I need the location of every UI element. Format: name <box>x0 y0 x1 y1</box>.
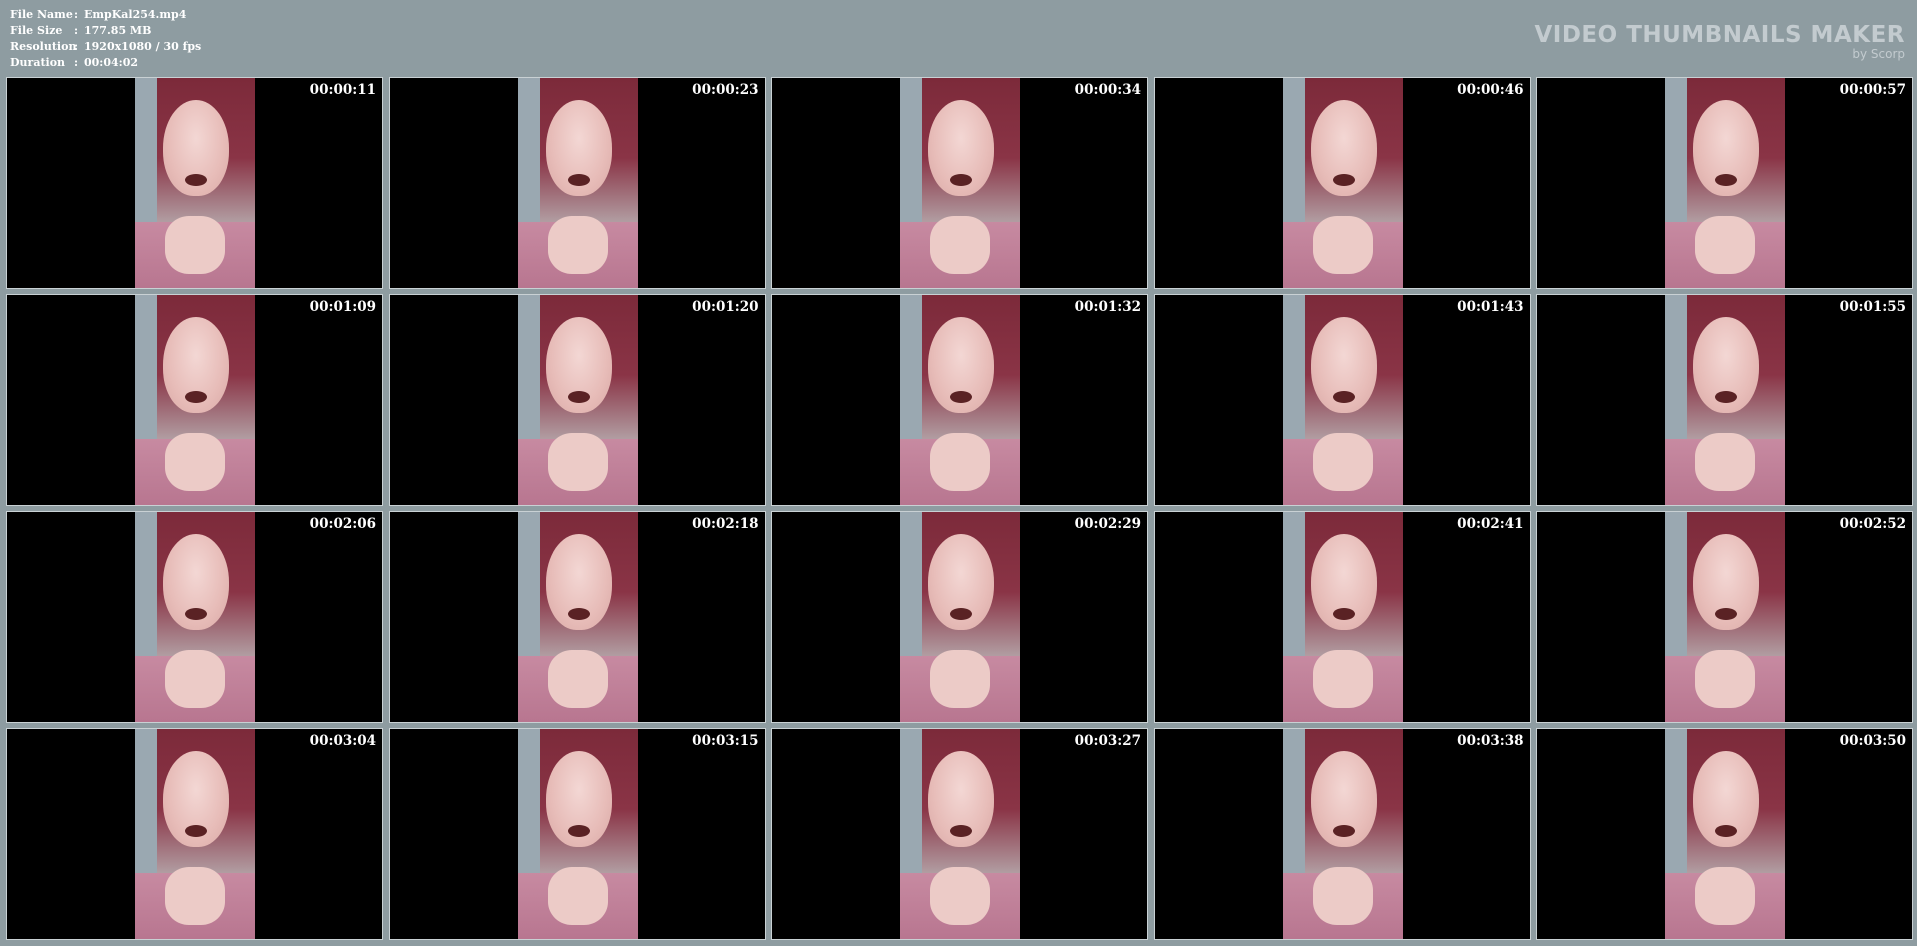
video-thumbnail[interactable]: 00:01:55 <box>1536 294 1913 506</box>
video-thumbnail[interactable]: 00:00:57 <box>1536 77 1913 289</box>
file-info-row: File Name : EmpKal254.mp4 <box>10 7 201 23</box>
file-size-label: File Size <box>10 24 63 37</box>
video-thumbnail[interactable]: 00:00:23 <box>388 77 766 289</box>
brand-title: VIDEO THUMBNAILS MAKER <box>1534 22 1905 48</box>
thumbnail-timestamp: 00:01:09 <box>309 299 376 315</box>
video-frame-image <box>900 729 1020 939</box>
video-frame-image <box>1282 729 1403 939</box>
video-thumbnail[interactable]: 00:03:27 <box>771 728 1148 940</box>
thumbnail-timestamp: 00:00:34 <box>1074 82 1141 98</box>
thumbnail-grid: 00:00:11 00:00:23 00:00:34 00:00:46 00:00:57… <box>6 77 1913 940</box>
thumbnail-timestamp: 00:03:04 <box>309 733 376 749</box>
file-info-panel: File Name : EmpKal254.mp4 File Size : 17… <box>10 7 201 71</box>
video-thumbnail[interactable]: 00:02:41 <box>1153 511 1531 723</box>
video-frame-image <box>1665 512 1785 722</box>
video-thumbnail[interactable]: 00:03:15 <box>388 728 766 940</box>
video-thumbnail[interactable]: 00:03:38 <box>1153 728 1531 940</box>
thumbnail-timestamp: 00:01:20 <box>692 299 759 315</box>
file-info-row: File Size : 177.85 MB <box>10 23 201 39</box>
thumbnail-timestamp: 00:03:50 <box>1839 733 1906 749</box>
thumbnail-timestamp: 00:02:52 <box>1839 516 1906 532</box>
video-frame-image <box>1282 78 1403 288</box>
video-frame-image <box>900 512 1020 722</box>
file-name-label: File Name <box>10 8 73 21</box>
thumbnail-timestamp: 00:02:29 <box>1074 516 1141 532</box>
video-thumbnail[interactable]: 00:01:20 <box>388 294 766 506</box>
file-name-value: EmpKal254.mp4 <box>84 8 187 21</box>
video-thumbnail[interactable]: 00:03:50 <box>1536 728 1913 940</box>
thumbnail-timestamp: 00:02:41 <box>1457 516 1524 532</box>
thumbnail-timestamp: 00:00:57 <box>1839 82 1906 98</box>
thumbnail-timestamp: 00:01:32 <box>1074 299 1141 315</box>
video-frame-image <box>135 729 255 939</box>
thumbnail-timestamp: 00:00:11 <box>309 82 376 98</box>
thumbnail-timestamp: 00:03:15 <box>692 733 759 749</box>
duration-value: 00:04:02 <box>84 56 139 69</box>
duration-label: Duration <box>10 56 66 69</box>
info-separator: : <box>74 8 79 21</box>
video-frame-image <box>1665 78 1785 288</box>
video-thumbnail[interactable]: 00:01:43 <box>1153 294 1531 506</box>
thumbnail-timestamp: 00:01:43 <box>1457 299 1524 315</box>
thumbnail-timestamp: 00:00:46 <box>1457 82 1524 98</box>
video-thumbnail[interactable]: 00:01:32 <box>771 294 1148 506</box>
video-frame-image <box>1665 729 1785 939</box>
video-frame-image <box>1282 295 1403 505</box>
video-thumbnail[interactable]: 00:02:29 <box>771 511 1148 723</box>
video-frame-image <box>517 512 638 722</box>
video-frame-image <box>517 78 638 288</box>
video-frame-image <box>900 78 1020 288</box>
brand-watermark: VIDEO THUMBNAILS MAKER by Scorp <box>1534 22 1905 60</box>
video-frame-image <box>1282 512 1403 722</box>
video-thumbnail[interactable]: 00:02:52 <box>1536 511 1913 723</box>
file-info-row: Duration : 00:04:02 <box>10 55 201 71</box>
thumbnail-timestamp: 00:02:06 <box>309 516 376 532</box>
thumbnail-timestamp: 00:03:27 <box>1074 733 1141 749</box>
file-info-row: Resolution : 1920x1080 / 30 fps <box>10 39 201 55</box>
info-separator: : <box>74 24 79 37</box>
resolution-value: 1920x1080 / 30 fps <box>84 40 202 53</box>
video-frame-image <box>135 295 255 505</box>
video-frame-image <box>900 295 1020 505</box>
thumbnail-timestamp: 00:01:55 <box>1839 299 1906 315</box>
video-thumbnail[interactable]: 00:02:18 <box>388 511 766 723</box>
info-separator: : <box>74 40 79 53</box>
video-frame-image <box>135 512 255 722</box>
info-separator: : <box>74 56 79 69</box>
video-frame-image <box>517 295 638 505</box>
video-thumbnail[interactable]: 00:02:06 <box>6 511 383 723</box>
video-thumbnail[interactable]: 00:00:46 <box>1153 77 1531 289</box>
thumbnail-timestamp: 00:03:38 <box>1457 733 1524 749</box>
thumbnail-timestamp: 00:02:18 <box>692 516 759 532</box>
video-thumbnail[interactable]: 00:03:04 <box>6 728 383 940</box>
thumbnail-timestamp: 00:00:23 <box>692 82 759 98</box>
brand-subtitle: by Scorp <box>1852 47 1905 61</box>
video-thumbnail[interactable]: 00:00:11 <box>6 77 383 289</box>
video-frame-image <box>135 78 255 288</box>
video-thumbnail[interactable]: 00:01:09 <box>6 294 383 506</box>
video-frame-image <box>517 729 638 939</box>
video-frame-image <box>1665 295 1785 505</box>
file-size-value: 177.85 MB <box>84 24 152 37</box>
resolution-label: Resolution <box>10 40 77 53</box>
video-thumbnail[interactable]: 00:00:34 <box>771 77 1148 289</box>
